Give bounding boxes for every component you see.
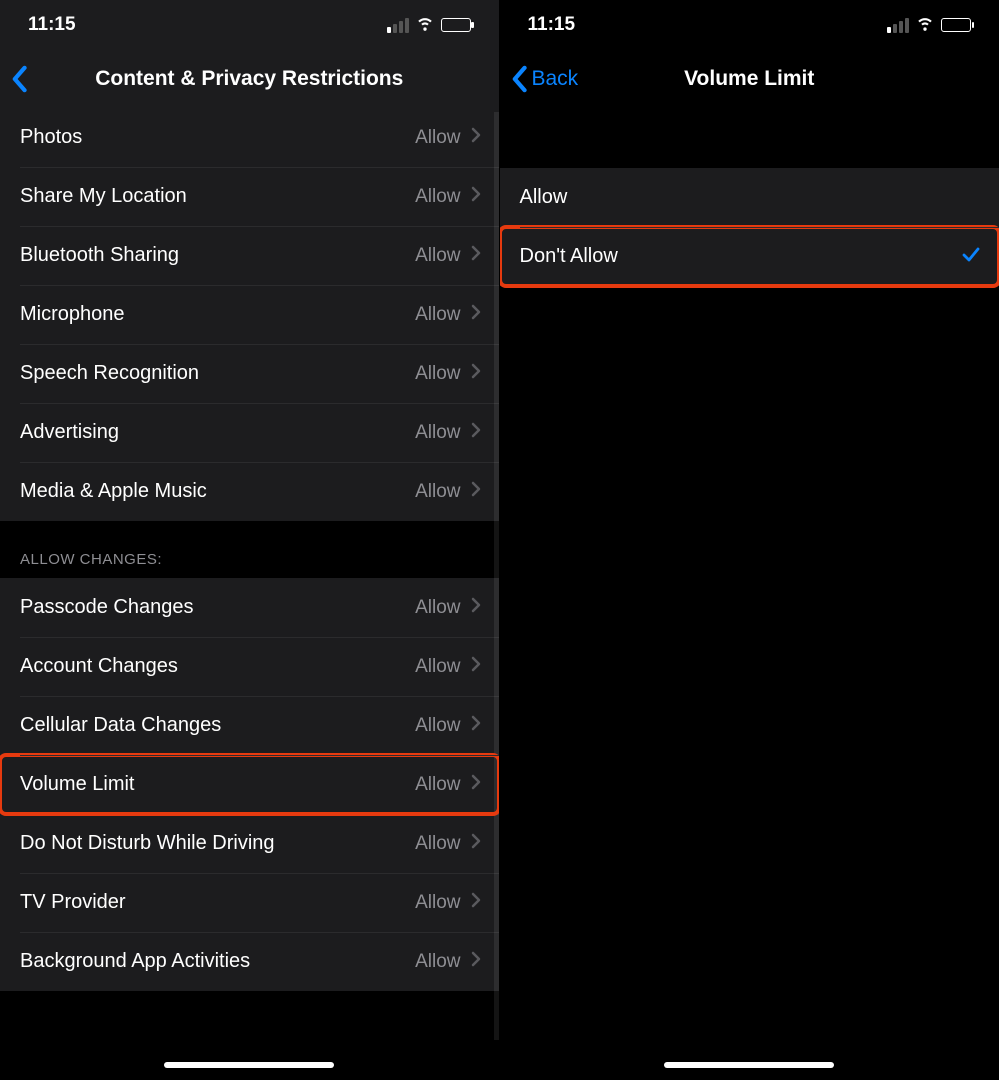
row-label: Passcode Changes <box>20 596 415 619</box>
row-value: Allow <box>415 363 460 385</box>
privacy-section: Photos Allow Share My Location Allow Blu… <box>0 108 499 521</box>
row-background-app-activities[interactable]: Background App Activities Allow <box>0 932 499 991</box>
row-passcode-changes[interactable]: Passcode Changes Allow <box>0 578 499 637</box>
chevron-right-icon <box>471 244 481 267</box>
row-value: Allow <box>415 715 460 737</box>
row-microphone[interactable]: Microphone Allow <box>0 285 499 344</box>
battery-icon <box>941 18 971 32</box>
row-value: Allow <box>415 186 460 208</box>
row-label: Microphone <box>20 303 415 326</box>
chevron-right-icon <box>471 126 481 149</box>
chevron-right-icon <box>471 891 481 914</box>
row-value: Allow <box>415 951 460 973</box>
row-value: Allow <box>415 127 460 149</box>
row-value: Allow <box>415 304 460 326</box>
row-value: Allow <box>415 774 460 796</box>
row-value: Allow <box>415 245 460 267</box>
chevron-right-icon <box>471 655 481 678</box>
row-share-location[interactable]: Share My Location Allow <box>0 167 499 226</box>
option-label: Don't Allow <box>520 245 962 268</box>
section-header-allow-changes: Allow Changes: <box>0 521 499 578</box>
page-title: Content & Privacy Restrictions <box>95 67 403 91</box>
status-time: 11:15 <box>528 14 576 36</box>
row-label: Account Changes <box>20 655 415 678</box>
row-photos[interactable]: Photos Allow <box>0 108 499 167</box>
volume-limit-options: Allow Don't Allow <box>500 168 999 286</box>
home-indicator[interactable] <box>164 1062 334 1068</box>
row-label: Advertising <box>20 421 415 444</box>
row-label: Do Not Disturb While Driving <box>20 832 415 855</box>
scrollbar-track[interactable] <box>494 112 499 1040</box>
row-cellular-data-changes[interactable]: Cellular Data Changes Allow <box>0 696 499 755</box>
wifi-icon <box>915 12 935 38</box>
nav-bar-right: Back Volume Limit <box>500 50 999 108</box>
back-button[interactable]: Back <box>510 50 579 108</box>
battery-icon <box>441 18 471 32</box>
wifi-icon <box>415 12 435 38</box>
row-value: Allow <box>415 892 460 914</box>
status-bar: 11:15 <box>0 0 499 50</box>
chevron-right-icon <box>471 773 481 796</box>
row-value: Allow <box>415 833 460 855</box>
row-media-apple-music[interactable]: Media & Apple Music Allow <box>0 462 499 521</box>
screen-right: 11:15 Back Volume Limit Allow <box>500 0 999 1080</box>
option-label: Allow <box>520 186 982 209</box>
option-dont-allow[interactable]: Don't Allow <box>500 227 999 286</box>
row-label: Volume Limit <box>20 773 415 796</box>
chevron-right-icon <box>471 185 481 208</box>
chevron-right-icon <box>471 950 481 973</box>
allow-changes-section: Passcode Changes Allow Account Changes A… <box>0 578 499 991</box>
checkmark-icon <box>961 244 981 270</box>
row-bluetooth-sharing[interactable]: Bluetooth Sharing Allow <box>0 226 499 285</box>
status-icons <box>887 12 971 38</box>
chevron-right-icon <box>471 421 481 444</box>
chevron-right-icon <box>471 362 481 385</box>
chevron-right-icon <box>471 480 481 503</box>
row-label: Share My Location <box>20 185 415 208</box>
page-title: Volume Limit <box>684 67 814 91</box>
row-label: Media & Apple Music <box>20 480 415 503</box>
row-account-changes[interactable]: Account Changes Allow <box>0 637 499 696</box>
row-label: Cellular Data Changes <box>20 714 415 737</box>
back-label: Back <box>532 67 579 91</box>
row-value: Allow <box>415 422 460 444</box>
row-label: Photos <box>20 126 415 149</box>
cellular-signal-icon <box>887 18 909 33</box>
row-advertising[interactable]: Advertising Allow <box>0 403 499 462</box>
row-value: Allow <box>415 597 460 619</box>
row-speech-recognition[interactable]: Speech Recognition Allow <box>0 344 499 403</box>
row-value: Allow <box>415 656 460 678</box>
cellular-signal-icon <box>387 18 409 33</box>
screen-left: 11:15 Content & Privacy Restrictions Pho… <box>0 0 500 1080</box>
row-volume-limit[interactable]: Volume Limit Allow <box>0 755 499 814</box>
row-label: Bluetooth Sharing <box>20 244 415 267</box>
row-value: Allow <box>415 481 460 503</box>
status-bar: 11:15 <box>500 0 999 50</box>
status-time: 11:15 <box>28 14 76 36</box>
row-label: Speech Recognition <box>20 362 415 385</box>
row-label: TV Provider <box>20 891 415 914</box>
nav-bar-left: Content & Privacy Restrictions <box>0 50 499 108</box>
spacer <box>500 108 999 168</box>
home-indicator[interactable] <box>664 1062 834 1068</box>
option-allow[interactable]: Allow <box>500 168 999 227</box>
chevron-right-icon <box>471 714 481 737</box>
status-icons <box>387 12 471 38</box>
chevron-right-icon <box>471 596 481 619</box>
row-dnd-while-driving[interactable]: Do Not Disturb While Driving Allow <box>0 814 499 873</box>
chevron-right-icon <box>471 832 481 855</box>
row-tv-provider[interactable]: TV Provider Allow <box>0 873 499 932</box>
chevron-right-icon <box>471 303 481 326</box>
row-label: Background App Activities <box>20 950 415 973</box>
back-button[interactable] <box>10 50 28 108</box>
